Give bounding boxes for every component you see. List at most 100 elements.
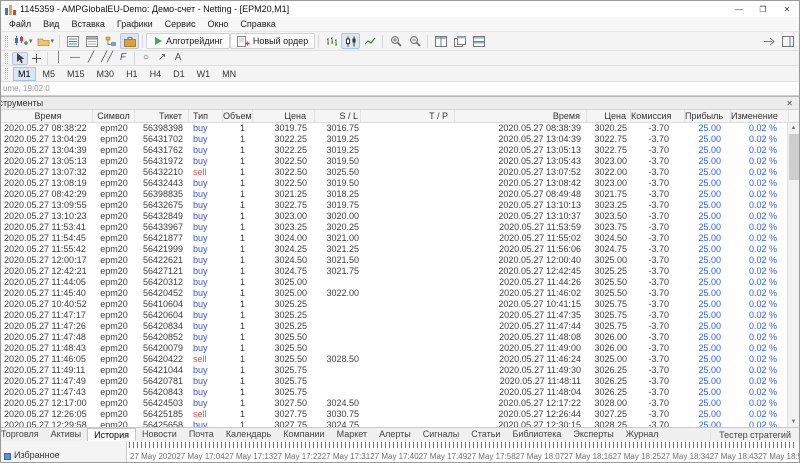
tile-horizontal-button[interactable]	[469, 33, 488, 49]
history-row[interactable]: 2020.05.27 13:04:29epm2056431702buy13022…	[1, 134, 787, 145]
timeframe-h1[interactable]: H1	[121, 67, 143, 81]
cursor-button[interactable]	[12, 52, 28, 65]
toolbar-grip[interactable]	[5, 36, 8, 47]
column-header-9[interactable]: Цена	[587, 110, 631, 122]
timeframe-m30[interactable]: M30	[92, 67, 120, 81]
profiles-button[interactable]: ▾	[35, 33, 57, 49]
timeframe-m15[interactable]: M15	[62, 67, 90, 81]
scroll-down-icon[interactable]: ▼	[791, 417, 797, 427]
auto-scroll-button[interactable]	[759, 33, 778, 49]
history-row[interactable]: 2020.05.27 13:10:23epm2056432849buy13023…	[1, 211, 787, 222]
history-row[interactable]: 2020.05.27 11:49:11epm2056421044buy13025…	[1, 365, 787, 376]
menu-item-4[interactable]: Сервис	[159, 17, 202, 31]
toolbox-tab-4[interactable]: Почта	[183, 428, 220, 441]
history-row[interactable]: 2020.05.27 13:09:55epm2056432675buy13022…	[1, 200, 787, 211]
tile-windows-button[interactable]	[431, 33, 450, 49]
new-order-button[interactable]: Новый ордер	[230, 33, 315, 49]
column-header-4[interactable]: Объем	[223, 110, 253, 122]
cascade-windows-button[interactable]	[450, 33, 469, 49]
close-button[interactable]: ✕	[775, 1, 799, 17]
history-row[interactable]: 2020.05.27 11:48:43epm2056420079buy13025…	[1, 343, 787, 354]
new-chart-button[interactable]: ▾	[12, 33, 35, 49]
history-row[interactable]: 2020.05.27 12:26:05epm2056425185sell1302…	[1, 409, 787, 420]
toolbox-tab-0[interactable]: Торговля	[1, 428, 45, 441]
arrows-button[interactable]: ↗	[154, 52, 170, 65]
tab-favorites[interactable]: Избранное	[14, 451, 60, 460]
history-row[interactable]: 2020.05.27 11:47:17epm2056420604buy13025…	[1, 310, 787, 321]
scrollbar-thumb[interactable]	[789, 134, 799, 180]
column-header-7[interactable]: T / P	[361, 110, 455, 122]
shapes-button[interactable]: ○	[138, 52, 154, 65]
horizontal-line-button[interactable]: —	[67, 52, 83, 65]
timeframe-m1[interactable]: M1	[13, 67, 36, 81]
history-row[interactable]: 2020.05.27 11:55:42epm2056421999buy13024…	[1, 244, 787, 255]
timeframe-d1[interactable]: D1	[168, 67, 190, 81]
toolbar-grip[interactable]	[5, 53, 8, 64]
line-chart-button[interactable]	[360, 33, 379, 49]
text-label-button[interactable]: A	[170, 52, 186, 65]
history-row[interactable]: 2020.05.27 11:54:45epm2056421877buy13024…	[1, 233, 787, 244]
history-row[interactable]: 2020.05.27 13:07:32epm2056432210sell1302…	[1, 167, 787, 178]
column-header-5[interactable]: Цена	[253, 110, 315, 122]
column-header-12[interactable]: Изменение	[731, 110, 789, 122]
menu-item-0[interactable]: Файл	[3, 17, 37, 31]
zoom-in-button[interactable]	[386, 33, 405, 49]
history-row[interactable]: 2020.05.27 12:29:58epm2056425658buy13027…	[1, 420, 787, 427]
history-row[interactable]: 2020.05.27 10:40:52epm2056410604buy13025…	[1, 299, 787, 310]
timeframe-h4[interactable]: H4	[145, 67, 167, 81]
toolbox-tab-11[interactable]: Библиотека	[506, 428, 567, 441]
history-row[interactable]: 2020.05.27 12:17:00epm2056424503buy13027…	[1, 398, 787, 409]
vertical-scrollbar[interactable]: ▲ ▼	[787, 123, 799, 427]
history-row[interactable]: 2020.05.27 08:42:29epm2056398835buy13021…	[1, 189, 787, 200]
market-watch-button[interactable]	[63, 33, 82, 49]
scroll-up-icon[interactable]: ▲	[791, 123, 797, 133]
history-row[interactable]: 2020.05.27 11:47:26epm2056420834buy13025…	[1, 321, 787, 332]
tab-strategy-tester[interactable]: Тестер стратегий	[710, 430, 799, 440]
column-header-3[interactable]: Тип	[189, 110, 223, 122]
toolbox-tab-5[interactable]: Календарь	[220, 428, 277, 441]
toolbox-tab-3[interactable]: Новости	[136, 428, 183, 441]
history-row[interactable]: 2020.05.27 12:00:17epm2056422621buy13024…	[1, 255, 787, 266]
channel-button[interactable]: ╱╱	[99, 52, 115, 65]
column-header-11[interactable]: Прибыль	[685, 110, 731, 122]
trendline-button[interactable]: ╱	[83, 52, 99, 65]
toolbox-tab-8[interactable]: Алерты	[373, 428, 417, 441]
data-window-button[interactable]	[82, 33, 101, 49]
history-row[interactable]: 2020.05.27 11:53:41epm2056433967buy13023…	[1, 222, 787, 233]
minimize-button[interactable]: —	[727, 1, 751, 17]
column-header-6[interactable]: S / L	[315, 110, 361, 122]
history-row[interactable]: 2020.05.27 12:42:21epm2056427121buy13024…	[1, 266, 787, 277]
toolbox-tab-12[interactable]: Эксперты	[567, 428, 619, 441]
history-row[interactable]: 2020.05.27 13:04:39epm2056431762buy13022…	[1, 145, 787, 156]
fibonacci-button[interactable]: F	[115, 52, 131, 65]
algo-trading-button[interactable]: Алготрейдинг	[146, 33, 230, 49]
menu-item-6[interactable]: Справка	[234, 17, 281, 31]
zoom-out-button[interactable]	[405, 33, 424, 49]
menu-item-2[interactable]: Вставка	[65, 17, 110, 31]
toolbox-tab-1[interactable]: Активы	[45, 428, 87, 441]
timeframe-w1[interactable]: W1	[192, 67, 216, 81]
menu-item-1[interactable]: Вид	[37, 17, 65, 31]
toolbox-header[interactable]: Инструменты ✕	[1, 97, 799, 110]
candlestick-chart-button[interactable]	[341, 33, 360, 49]
history-row[interactable]: 2020.05.27 11:47:43epm2056420843buy13025…	[1, 387, 787, 398]
toolbox-tab-9[interactable]: Сигналы	[417, 428, 466, 441]
history-row[interactable]: 2020.05.27 13:05:13epm2056431972buy13022…	[1, 156, 787, 167]
toolbox-tab-2[interactable]: История	[87, 428, 136, 441]
menu-item-5[interactable]: Окно	[202, 17, 235, 31]
timeframe-mn[interactable]: MN	[217, 67, 241, 81]
chart-time-axis[interactable]: 27 May 202027 May 17:0427 May 17:1327 Ma…	[127, 441, 799, 462]
timeframe-m5[interactable]: M5	[38, 67, 61, 81]
history-row[interactable]: 2020.05.27 13:08:19epm2056432443buy13022…	[1, 178, 787, 189]
toolbox-tab-6[interactable]: Компании	[277, 428, 330, 441]
column-header-10[interactable]: Комиссия	[631, 110, 685, 122]
vertical-line-button[interactable]: │	[51, 52, 67, 65]
history-row[interactable]: 2020.05.27 11:45:40epm2056420452buy13025…	[1, 288, 787, 299]
bar-chart-button[interactable]	[322, 33, 341, 49]
history-row[interactable]: 2020.05.27 11:44:05epm2056420312buy13025…	[1, 277, 787, 288]
toolbar-grip[interactable]	[5, 68, 8, 79]
column-header-8[interactable]: Время	[455, 110, 587, 122]
column-header-2[interactable]: Тикет	[135, 110, 189, 122]
history-row[interactable]: 2020.05.27 11:46:05epm2056420422sell1302…	[1, 354, 787, 365]
navigator-button[interactable]	[101, 33, 120, 49]
